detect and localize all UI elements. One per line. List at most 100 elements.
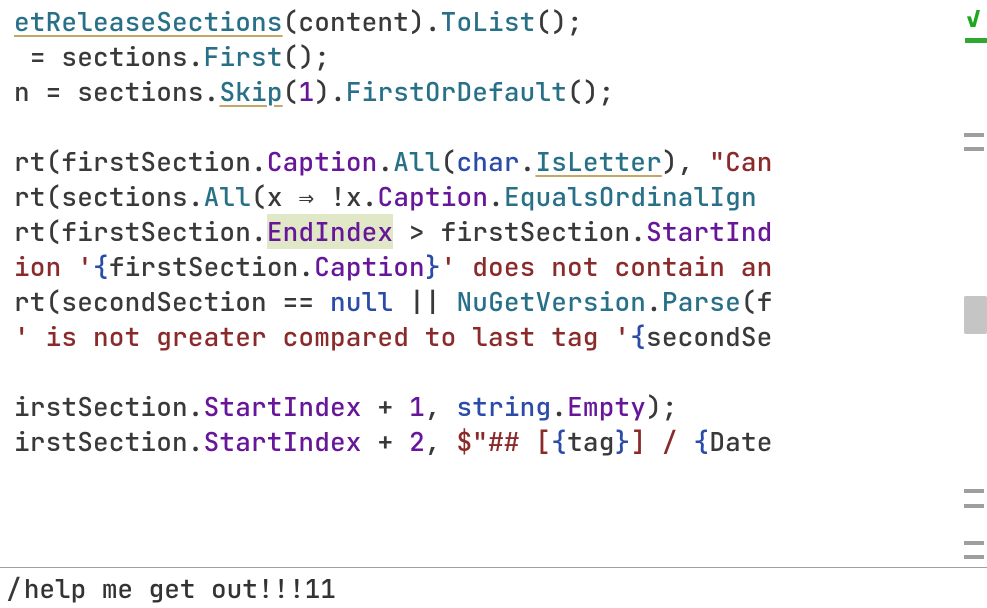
gutter-marker[interactable] — [964, 504, 984, 508]
gutter-marker[interactable] — [964, 147, 984, 151]
code-token: . — [377, 144, 393, 179]
code-line[interactable] — [14, 109, 987, 144]
code-token: Skip — [219, 74, 282, 109]
code-token — [14, 39, 30, 74]
code-token: ), — [662, 144, 709, 179]
right-gutter: ✓ — [959, 0, 987, 608]
code-token: EqualsOrdinalIgn — [504, 179, 757, 214]
code-token: (f — [741, 284, 773, 319]
code-token: 1 — [298, 74, 314, 109]
code-line[interactable]: rt(sections.All(x ⇒ !x.Caption.EqualsOrd… — [14, 179, 987, 214]
code-token: ); — [646, 389, 678, 424]
code-token: ( — [283, 4, 299, 39]
checkmark-icon: ✓ — [966, 4, 981, 35]
code-token: FirstOrDefault — [346, 74, 567, 109]
code-token: x — [267, 179, 299, 214]
code-token: Caption — [314, 249, 425, 284]
code-token — [362, 389, 378, 424]
code-token: firstSection. — [61, 214, 266, 249]
search-bar[interactable]: / — [0, 567, 987, 608]
code-token: sections. — [61, 74, 219, 109]
code-token: || — [409, 284, 441, 319]
code-token: = — [30, 39, 46, 74]
code-token: ! — [330, 179, 346, 214]
code-token: All — [204, 179, 251, 214]
code-token: etReleaseSections — [14, 4, 283, 39]
code-token: irstSection. — [14, 389, 204, 424]
code-line[interactable]: etReleaseSections(content).ToList(); — [14, 4, 987, 39]
code-token — [314, 179, 330, 214]
code-line[interactable]: = sections.First(); — [14, 39, 987, 74]
code-token: { — [93, 249, 109, 284]
gutter-marker[interactable] — [964, 133, 984, 137]
code-token: ' is not greater compared to last tag ' — [14, 319, 630, 354]
code-token: IsLetter — [535, 144, 661, 179]
code-token — [393, 284, 409, 319]
code-token — [314, 284, 330, 319]
code-token — [441, 284, 457, 319]
code-token: n — [14, 74, 46, 109]
code-token: ( — [441, 144, 457, 179]
code-token: char — [456, 144, 519, 179]
code-line[interactable] — [14, 354, 987, 389]
code-token: 1 — [409, 389, 425, 424]
code-token — [393, 389, 409, 424]
code-token: secondSe — [646, 319, 772, 354]
code-token: firstSection. — [425, 214, 646, 249]
code-token: firstSection. — [61, 144, 266, 179]
code-token: tag — [567, 424, 614, 459]
code-token: ( — [283, 74, 299, 109]
code-area[interactable]: etReleaseSections(content).ToList(); = s… — [0, 0, 987, 459]
code-token: content — [298, 4, 409, 39]
code-token — [393, 424, 409, 459]
code-token: Caption — [378, 179, 489, 214]
code-token: > — [409, 214, 425, 249]
code-token: { — [694, 424, 710, 459]
search-prefix: / — [6, 571, 22, 606]
code-token: Empty — [567, 389, 646, 424]
code-token — [393, 214, 409, 249]
code-line[interactable]: rt(firstSection.EndIndex > firstSection.… — [14, 214, 987, 249]
code-token: ( — [46, 179, 62, 214]
code-token: irstSection. — [14, 424, 204, 459]
code-token: ToList — [441, 4, 536, 39]
analysis-pass-bar — [965, 38, 987, 43]
code-line[interactable]: ' is not greater compared to last tag '{… — [14, 319, 987, 354]
code-line[interactable]: rt(firstSection.Caption.All(char.IsLette… — [14, 144, 987, 179]
scroll-thumb[interactable] — [964, 296, 987, 334]
code-line[interactable]: irstSection.StartIndex + 2, $"## [{tag}]… — [14, 424, 987, 459]
code-token: ' does not contain an — [441, 249, 773, 284]
gutter-marker[interactable] — [964, 555, 984, 559]
code-token: $"## [ — [456, 424, 551, 459]
code-token: StartIndex — [204, 424, 362, 459]
gutter-marker[interactable] — [964, 541, 984, 545]
code-editor[interactable]: etReleaseSections(content).ToList(); = s… — [0, 0, 987, 608]
code-token: sections. — [46, 39, 204, 74]
code-token: rt — [14, 284, 46, 319]
code-token: rt — [14, 179, 46, 214]
code-token: (); — [283, 39, 330, 74]
code-token: } — [425, 249, 441, 284]
code-token: ⇒ — [298, 179, 314, 214]
code-token: Caption — [267, 144, 378, 179]
gutter-marker[interactable] — [964, 489, 984, 493]
code-token: ( — [251, 179, 267, 214]
code-token: StartInd — [646, 214, 772, 249]
code-token: == — [283, 284, 315, 319]
code-line[interactable]: ion '{firstSection.Caption}' does not co… — [14, 249, 987, 284]
code-token: NuGetVersion — [456, 284, 646, 319]
code-token: rt — [14, 214, 46, 249]
code-token: Parse — [662, 284, 741, 319]
code-token: ). — [314, 74, 346, 109]
code-token: 2 — [409, 424, 425, 459]
code-token: + — [377, 389, 393, 424]
code-token: , — [425, 424, 457, 459]
code-token: null — [330, 284, 393, 319]
code-token: "Can — [709, 144, 772, 179]
search-input[interactable] — [24, 571, 981, 606]
code-line[interactable]: irstSection.StartIndex + 1, string.Empty… — [14, 389, 987, 424]
code-token: + — [377, 424, 393, 459]
code-line[interactable]: n = sections.Skip(1).FirstOrDefault(); — [14, 74, 987, 109]
code-token: firstSection. — [109, 249, 314, 284]
code-line[interactable]: rt(secondSection == null || NuGetVersion… — [14, 284, 987, 319]
